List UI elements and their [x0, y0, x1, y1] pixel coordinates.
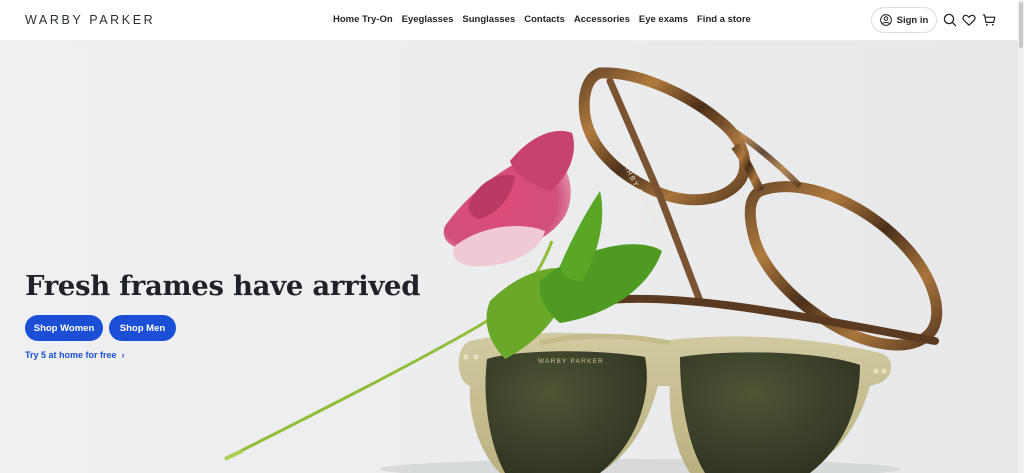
heart-icon[interactable] [961, 12, 977, 28]
nav-item-contacts[interactable]: Contacts [524, 14, 565, 25]
nav-item-sunglasses[interactable]: Sunglasses [462, 14, 515, 25]
shop-women-button[interactable]: Shop Women [25, 315, 103, 341]
scrollbar-thumb[interactable] [1019, 2, 1023, 48]
sign-in-label: Sign in [896, 14, 929, 26]
site-header: WARBY PARKER Home Try-On Eyeglasses Sung… [0, 0, 1024, 41]
tortoise-eyeglasses: WARBY PARKER [578, 67, 943, 351]
hero-product-image: WARBY PARKER WARBY PARKER [224, 67, 943, 473]
search-icon[interactable] [942, 12, 958, 28]
try-at-home-link[interactable]: Try 5 at home for free › [25, 350, 125, 360]
hero-headline: Fresh frames have arrived [25, 270, 421, 302]
brand-logo[interactable]: WARBY PARKER [25, 13, 155, 27]
olive-sunglasses: WARBY PARKER [458, 332, 892, 473]
user-icon [879, 14, 892, 26]
nav-item-home-try-on[interactable]: Home Try-On [333, 14, 393, 25]
sign-in-button[interactable]: Sign in [871, 7, 937, 33]
main-nav: Home Try-On Eyeglasses Sunglasses Contac… [333, 14, 751, 25]
try-at-home-label: Try 5 at home for free [25, 350, 117, 360]
hero-banner: WARBY PARKER WARBY PARKER Fresh frames h… [0, 41, 1018, 473]
sunglasses-imprint-text: WARBY PARKER [538, 358, 604, 365]
nav-item-eye-exams[interactable]: Eye exams [639, 14, 688, 25]
page-scrollbar[interactable] [1018, 0, 1024, 473]
chevron-right-icon: › [119, 350, 125, 360]
nav-item-accessories[interactable]: Accessories [574, 14, 630, 25]
cart-icon[interactable] [981, 12, 997, 28]
nav-item-eyeglasses[interactable]: Eyeglasses [402, 14, 454, 25]
shop-men-button[interactable]: Shop Men [109, 315, 176, 341]
nav-item-find-a-store[interactable]: Find a store [697, 14, 751, 25]
